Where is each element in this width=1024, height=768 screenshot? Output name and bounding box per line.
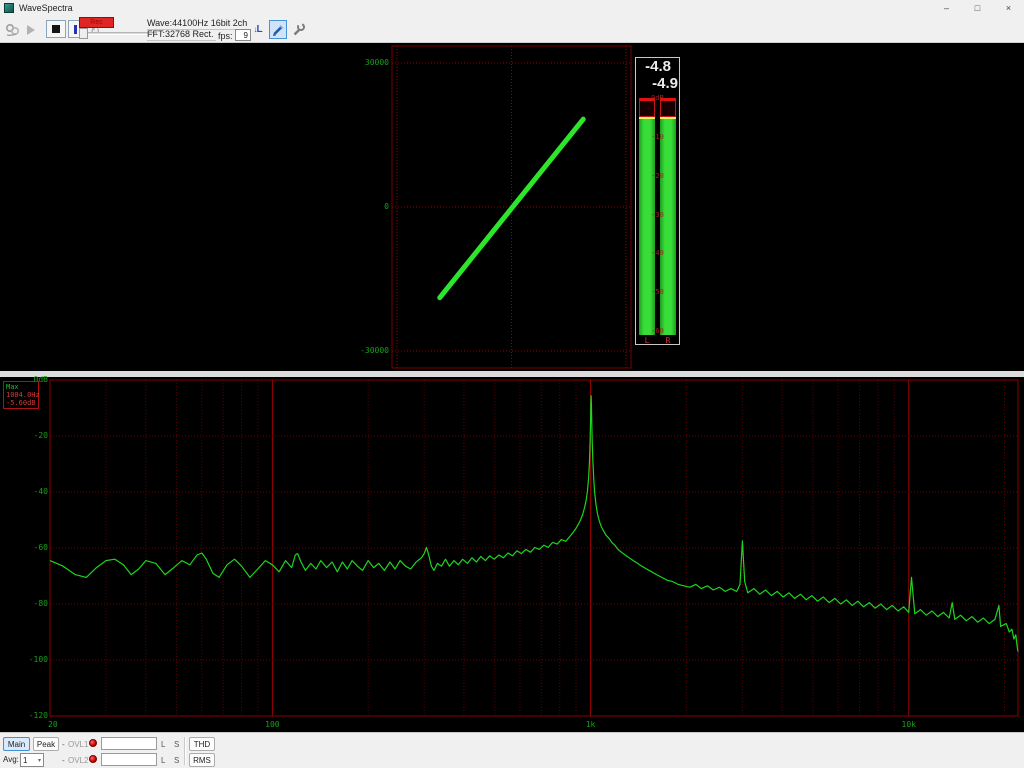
meter-bars: 0dB -10 -20 -30 -40 -50 -60 xyxy=(636,98,679,335)
peak-readout-box: Max 1004.0Hz -5.60dB xyxy=(3,381,39,409)
l-button-1[interactable]: L xyxy=(161,740,165,749)
pen-graph-icon xyxy=(271,23,285,37)
rms-button[interactable]: RMS xyxy=(189,753,215,767)
window-title: WaveSpectra xyxy=(19,3,73,13)
stop-icon xyxy=(52,25,60,33)
meter-scale-label: -30 xyxy=(636,212,679,219)
axis-scale-label: L xyxy=(256,24,262,35)
left-level-value: -4.8 xyxy=(645,58,671,75)
ovl1-input[interactable] xyxy=(101,737,157,750)
app-window: WaveSpectra – □ × ↻ Rec Wave:44100Hz xyxy=(0,0,1024,768)
l-button-2[interactable]: L xyxy=(161,756,165,765)
ovl1-label: OVL1 xyxy=(68,740,88,749)
ovl2-input[interactable] xyxy=(101,753,157,766)
ovl2-led xyxy=(89,755,97,763)
peak-readout-title: Max xyxy=(6,383,36,391)
fft-info: FFT:32768 Rect. xyxy=(147,29,216,41)
play-button[interactable] xyxy=(27,25,35,35)
thd-button-label: THD xyxy=(194,740,210,749)
peak-button[interactable]: Peak xyxy=(33,737,59,751)
meter-scale-label: 0dB xyxy=(636,95,679,102)
meter-channel-label: R xyxy=(660,336,676,345)
dash-1: - xyxy=(62,740,65,749)
dash-2: - xyxy=(62,756,65,765)
avg-select[interactable]: 1 ▾ xyxy=(20,753,44,767)
level-meter: -4.8 -4.9 0dB -10 -20 -30 -40 -50 -60 LR xyxy=(635,57,680,345)
s-button-2[interactable]: S xyxy=(174,756,179,765)
chevron-down-icon: ▾ xyxy=(38,757,41,764)
rms-button-label: RMS xyxy=(193,756,211,765)
app-icon xyxy=(4,3,14,13)
lissajous-plot xyxy=(0,43,1024,371)
seek-slider-track[interactable] xyxy=(79,32,157,35)
avg-label: Avg: xyxy=(3,755,19,764)
ovl1-led xyxy=(89,739,97,747)
peak-level-value: -5.60dB xyxy=(6,399,36,407)
right-level-value: -4.9 xyxy=(652,75,678,92)
settings-button[interactable] xyxy=(289,20,307,39)
main-tab-button[interactable]: Main xyxy=(3,737,30,751)
meter-channel-label: L xyxy=(639,336,655,345)
thd-button[interactable]: THD xyxy=(189,737,215,751)
seek-slider-thumb[interactable] xyxy=(79,28,88,39)
meter-scale-label: -60 xyxy=(636,328,679,335)
maximize-button[interactable]: □ xyxy=(962,0,993,16)
peak-frequency-value: 1004.0Hz xyxy=(6,391,36,399)
toolbar: ↻ Rec Wave:44100Hz 16bit 2ch FFT:32768 R… xyxy=(0,16,1024,43)
axis-scale-button[interactable]: ↓ L xyxy=(249,20,267,39)
stop-button[interactable] xyxy=(46,20,66,38)
recording-indicator: Rec xyxy=(79,17,114,28)
display-settings-button[interactable] xyxy=(269,20,287,39)
meter-scale-label: -10 xyxy=(636,134,679,141)
meter-scale-label: -20 xyxy=(636,173,679,180)
spectrum-plot xyxy=(0,377,1024,732)
meter-green-bar-right xyxy=(660,117,676,335)
meter-green-bar-left xyxy=(639,117,655,335)
minimize-button[interactable]: – xyxy=(931,0,962,16)
fps-label: fps: xyxy=(218,31,233,41)
meter-scale-label: -40 xyxy=(636,250,679,257)
avg-value: 1 xyxy=(23,756,27,765)
peak-button-label: Peak xyxy=(37,740,55,749)
statusbar-separator xyxy=(184,737,186,765)
meter-scale-label: -50 xyxy=(636,289,679,296)
s-button-1[interactable]: S xyxy=(174,740,179,749)
lissajous-max-label: 30000 xyxy=(356,59,389,67)
record-button[interactable] xyxy=(4,22,21,43)
play-icon xyxy=(27,25,35,35)
close-button[interactable]: × xyxy=(993,0,1024,16)
lissajous-zero-label: 0 xyxy=(356,203,389,211)
status-bar: Main Peak - OVL1 L S THD Avg: 1 ▾ - OVL2… xyxy=(0,732,1024,768)
title-bar: WaveSpectra – □ × xyxy=(0,0,1024,16)
lissajous-panel: 30000 0 -30000 -4.8 -4.9 0dB -10 -20 -30 -40… xyxy=(0,43,1024,371)
ovl2-label: OVL2 xyxy=(68,756,88,765)
record-device-icon xyxy=(4,22,21,38)
spectrum-panel: 0dB-20-40-60-80-100-120201001k10k Max 10… xyxy=(0,377,1024,732)
lissajous-min-label: -30000 xyxy=(356,347,389,355)
main-tab-label: Main xyxy=(8,740,25,749)
wrench-icon xyxy=(291,22,306,37)
